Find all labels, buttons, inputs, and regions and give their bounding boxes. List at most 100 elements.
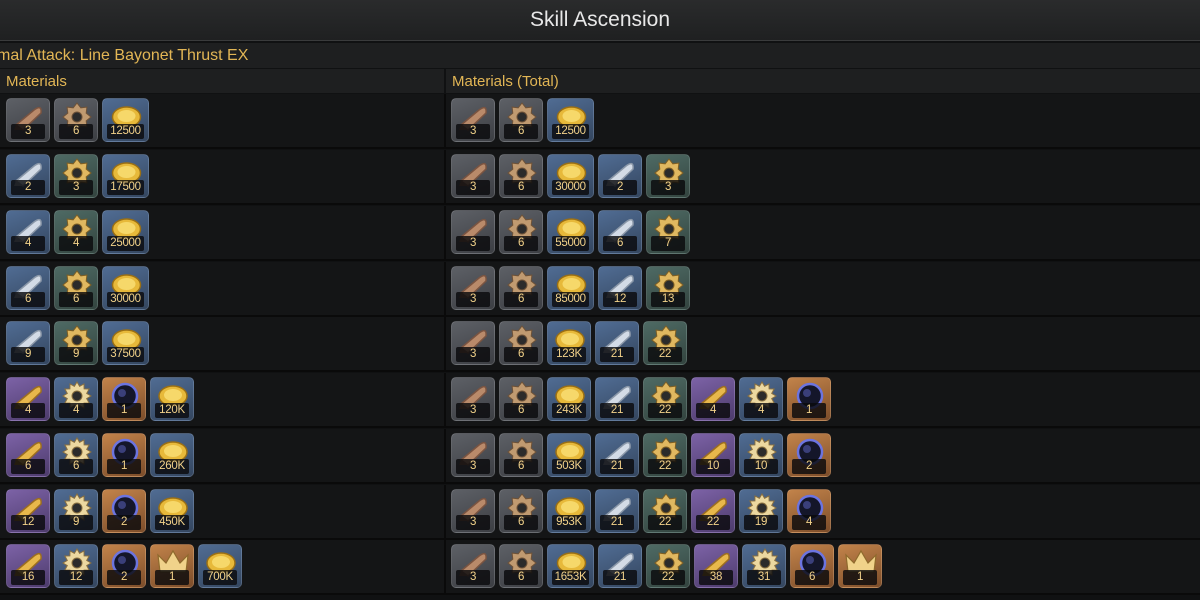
material-tile[interactable]: 6	[6, 266, 50, 310]
material-tile[interactable]: 7	[646, 210, 690, 254]
material-tile[interactable]: 4	[739, 377, 783, 421]
material-tile[interactable]: 6	[54, 98, 98, 142]
material-tile[interactable]: 2	[6, 154, 50, 198]
material-tile[interactable]: 953K	[547, 489, 591, 533]
material-tile[interactable]: 6	[499, 321, 543, 365]
material-tile[interactable]: 6	[499, 266, 543, 310]
material-tile[interactable]: 1	[838, 544, 882, 588]
material-tile[interactable]: 22	[646, 544, 690, 588]
material-quantity: 6	[504, 347, 538, 362]
material-tile[interactable]: 12500	[102, 98, 149, 142]
material-tile[interactable]: 4	[54, 377, 98, 421]
material-tile[interactable]: 6	[499, 544, 543, 588]
material-tile[interactable]: 3	[451, 210, 495, 254]
material-tile[interactable]: 3	[451, 489, 495, 533]
material-tile[interactable]: 4	[787, 489, 831, 533]
material-tile[interactable]: 4	[6, 377, 50, 421]
material-tile[interactable]: 6	[6, 433, 50, 477]
material-tile[interactable]: 12500	[547, 98, 594, 142]
material-tile[interactable]: 21	[595, 433, 639, 477]
material-tile[interactable]: 9	[6, 321, 50, 365]
material-tile[interactable]: 30000	[102, 266, 149, 310]
material-tile[interactable]: 10	[691, 433, 735, 477]
material-tile[interactable]: 1653K	[547, 544, 594, 588]
column-divider	[444, 429, 446, 482]
material-tile[interactable]: 6	[499, 489, 543, 533]
material-tile[interactable]: 22	[691, 489, 735, 533]
material-tile[interactable]: 21	[595, 489, 639, 533]
material-quantity: 10	[744, 459, 778, 474]
material-tile[interactable]: 450K	[150, 489, 194, 533]
material-tile[interactable]: 6	[499, 377, 543, 421]
skill-name: mal Attack: Line Bayonet Thrust EX	[0, 46, 249, 64]
material-tile[interactable]: 1	[102, 377, 146, 421]
material-tile[interactable]: 12	[598, 266, 642, 310]
material-tile[interactable]: 3	[451, 433, 495, 477]
material-tile[interactable]: 22	[643, 377, 687, 421]
material-tile[interactable]: 12	[54, 544, 98, 588]
material-tile[interactable]: 30000	[547, 154, 594, 198]
material-tile[interactable]: 37500	[102, 321, 149, 365]
material-tile[interactable]: 6	[54, 433, 98, 477]
material-tile[interactable]: 3	[451, 154, 495, 198]
material-tile[interactable]: 38	[694, 544, 738, 588]
material-tile[interactable]: 85000	[547, 266, 594, 310]
material-tile[interactable]: 3	[646, 154, 690, 198]
material-quantity: 6	[504, 403, 538, 418]
material-tile[interactable]: 6	[499, 98, 543, 142]
material-tile[interactable]: 4	[691, 377, 735, 421]
materials-cell: 16 12 2 1 700K	[6, 544, 242, 590]
column-divider	[444, 150, 446, 203]
material-tile[interactable]: 2	[787, 433, 831, 477]
material-tile[interactable]: 120K	[150, 377, 194, 421]
material-tile[interactable]: 2	[102, 489, 146, 533]
material-tile[interactable]: 2	[598, 154, 642, 198]
material-tile[interactable]: 3	[451, 377, 495, 421]
material-tile[interactable]: 3	[451, 98, 495, 142]
material-tile[interactable]: 6	[499, 154, 543, 198]
material-tile[interactable]: 6	[499, 433, 543, 477]
material-tile[interactable]: 4	[6, 210, 50, 254]
material-tile[interactable]: 21	[595, 377, 639, 421]
material-quantity: 22	[648, 459, 682, 474]
material-tile[interactable]: 21	[598, 544, 642, 588]
material-tile[interactable]: 22	[643, 489, 687, 533]
material-tile[interactable]: 6	[499, 210, 543, 254]
material-tile[interactable]: 22	[643, 433, 687, 477]
material-tile[interactable]: 6	[54, 266, 98, 310]
material-tile[interactable]: 12	[6, 489, 50, 533]
material-quantity: 22	[648, 403, 682, 418]
material-tile[interactable]: 123K	[547, 321, 591, 365]
material-tile[interactable]: 1	[102, 433, 146, 477]
material-tile[interactable]: 25000	[102, 210, 149, 254]
material-tile[interactable]: 3	[451, 544, 495, 588]
material-tile[interactable]: 6	[790, 544, 834, 588]
table-row: 12 9 2 450K 3 6 953K 21 22 22 19 4	[0, 485, 1200, 540]
material-tile[interactable]: 243K	[547, 377, 591, 421]
material-tile[interactable]: 4	[54, 210, 98, 254]
material-tile[interactable]: 3	[54, 154, 98, 198]
material-tile[interactable]: 503K	[547, 433, 591, 477]
materials-total-cell: 3 6 123K 21 22	[451, 321, 687, 367]
material-tile[interactable]: 3	[6, 98, 50, 142]
material-tile[interactable]: 9	[54, 321, 98, 365]
material-tile[interactable]: 6	[598, 210, 642, 254]
material-tile[interactable]: 16	[6, 544, 50, 588]
material-tile[interactable]: 21	[595, 321, 639, 365]
table-row: 4 4 25000 3 6 55000 6 7	[0, 206, 1200, 261]
material-tile[interactable]: 2	[102, 544, 146, 588]
material-tile[interactable]: 22	[643, 321, 687, 365]
material-tile[interactable]: 1	[787, 377, 831, 421]
material-tile[interactable]: 13	[646, 266, 690, 310]
material-tile[interactable]: 700K	[198, 544, 242, 588]
material-tile[interactable]: 260K	[150, 433, 194, 477]
material-tile[interactable]: 1	[150, 544, 194, 588]
material-tile[interactable]: 31	[742, 544, 786, 588]
material-tile[interactable]: 55000	[547, 210, 594, 254]
material-tile[interactable]: 10	[739, 433, 783, 477]
material-tile[interactable]: 19	[739, 489, 783, 533]
material-tile[interactable]: 9	[54, 489, 98, 533]
material-tile[interactable]: 3	[451, 266, 495, 310]
material-tile[interactable]: 3	[451, 321, 495, 365]
material-tile[interactable]: 17500	[102, 154, 149, 198]
